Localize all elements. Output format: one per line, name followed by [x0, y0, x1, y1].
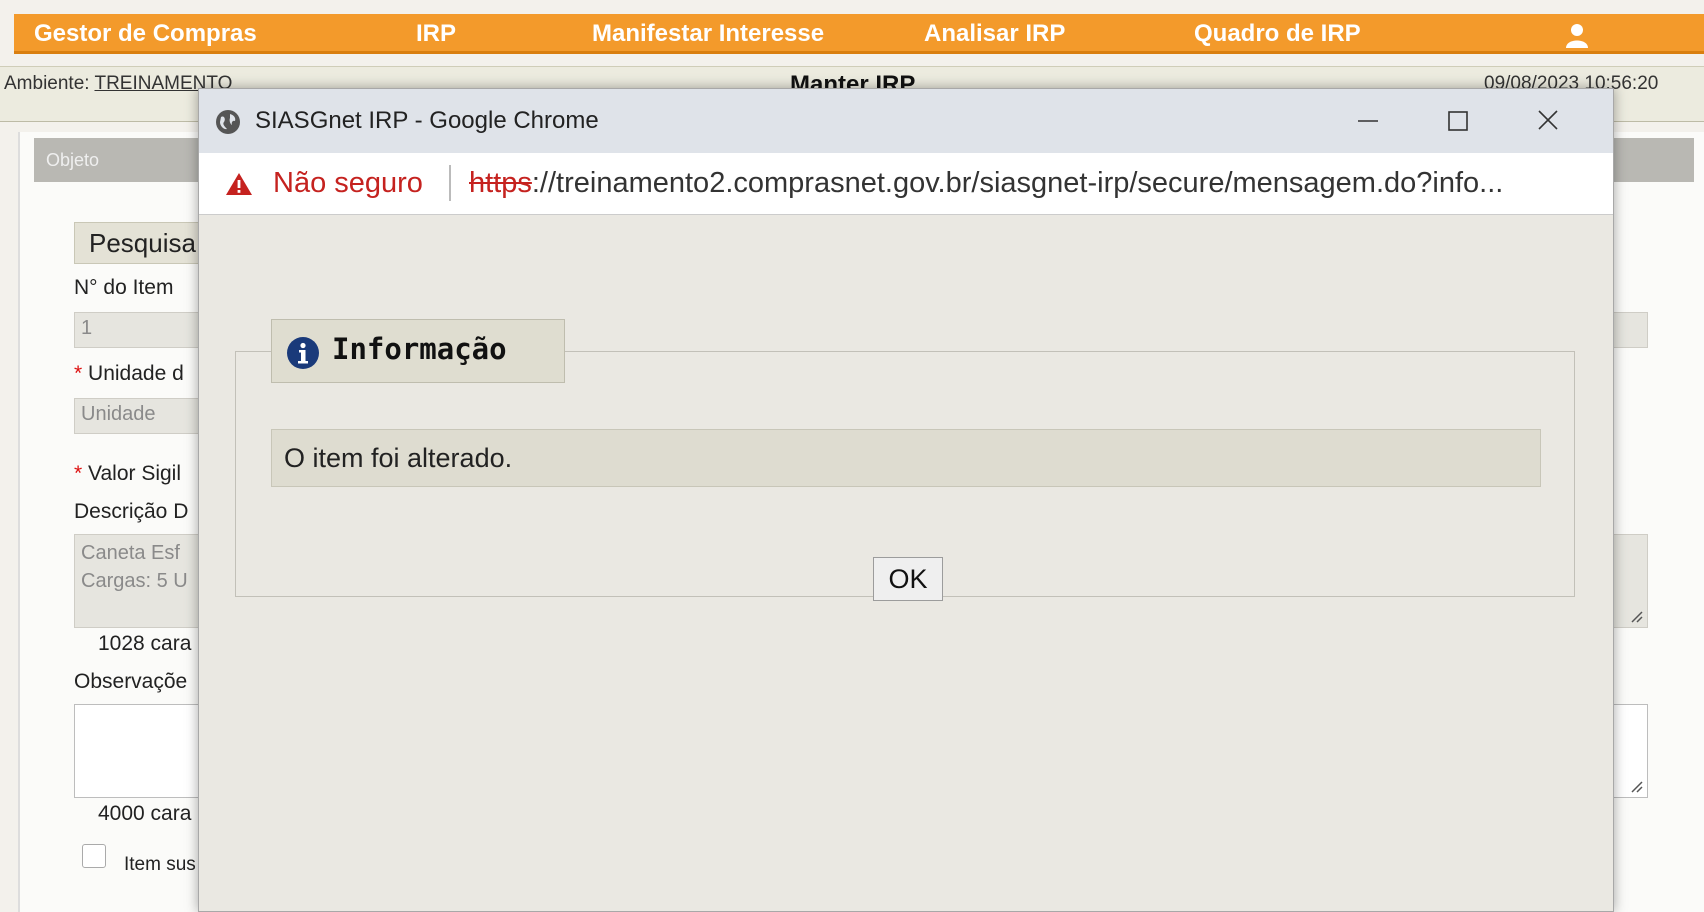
close-icon[interactable]	[1525, 99, 1571, 143]
popup-window: SIASGnet IRP - Google Chrome Não seguro …	[198, 88, 1614, 912]
address-separator	[449, 165, 451, 201]
message-text: O item foi alterado.	[271, 429, 1541, 487]
nav-quadro-de-irp[interactable]: Quadro de IRP	[1194, 14, 1361, 54]
observacoes-label: Observaçõe	[74, 670, 188, 693]
resize-grip-icon[interactable]	[1629, 779, 1643, 793]
item-suspenso-checkbox[interactable]	[82, 844, 106, 868]
ok-button[interactable]: OK	[873, 557, 943, 601]
info-legend: Informação	[271, 319, 565, 383]
nav-analisar-irp[interactable]: Analisar IRP	[924, 14, 1065, 54]
window-title: SIASGnet IRP - Google Chrome	[255, 107, 599, 134]
resize-grip-icon[interactable]	[1629, 609, 1643, 623]
nav-gestor-de-compras[interactable]: Gestor de Compras	[34, 14, 257, 54]
environment-label-text: Ambiente:	[4, 73, 90, 94]
window-titlebar: SIASGnet IRP - Google Chrome	[199, 89, 1613, 153]
descricao-char-count: 1028 cara	[98, 632, 192, 655]
valor-sigiloso-label: * Valor Sigil	[74, 462, 182, 485]
item-number-label: N° do Item	[74, 276, 174, 299]
info-icon	[287, 337, 319, 369]
unit-value: Unidade	[81, 403, 156, 425]
maximize-icon[interactable]	[1435, 99, 1481, 143]
warning-icon	[226, 173, 252, 195]
item-suspenso-label: Item sus	[124, 854, 196, 875]
info-title: Informação	[332, 332, 507, 366]
address-bar[interactable]: Não seguro https://treinamento2.comprasn…	[199, 153, 1613, 215]
nav-manifestar-interesse[interactable]: Manifestar Interesse	[592, 14, 824, 54]
unit-label: * Unidade d	[74, 362, 184, 385]
descricao-label: Descrição D	[74, 500, 189, 523]
top-nav: Gestor de Compras IRP Manifestar Interes…	[14, 14, 1704, 54]
url-text[interactable]: https://treinamento2.comprasnet.gov.br/s…	[469, 167, 1503, 200]
nav-irp[interactable]: IRP	[416, 14, 456, 54]
item-number-value: 1	[81, 317, 93, 339]
minimize-icon[interactable]	[1345, 99, 1391, 143]
not-secure-label[interactable]: Não seguro	[273, 167, 423, 200]
url-scheme: https	[469, 167, 532, 199]
popup-content: Informação O item foi alterado. OK	[199, 215, 1613, 911]
globe-icon	[216, 110, 240, 134]
url-rest: ://treinamento2.comprasnet.gov.br/siasgn…	[531, 167, 1504, 199]
user-icon[interactable]	[1564, 22, 1590, 48]
observacoes-char-count: 4000 cara	[98, 802, 192, 825]
